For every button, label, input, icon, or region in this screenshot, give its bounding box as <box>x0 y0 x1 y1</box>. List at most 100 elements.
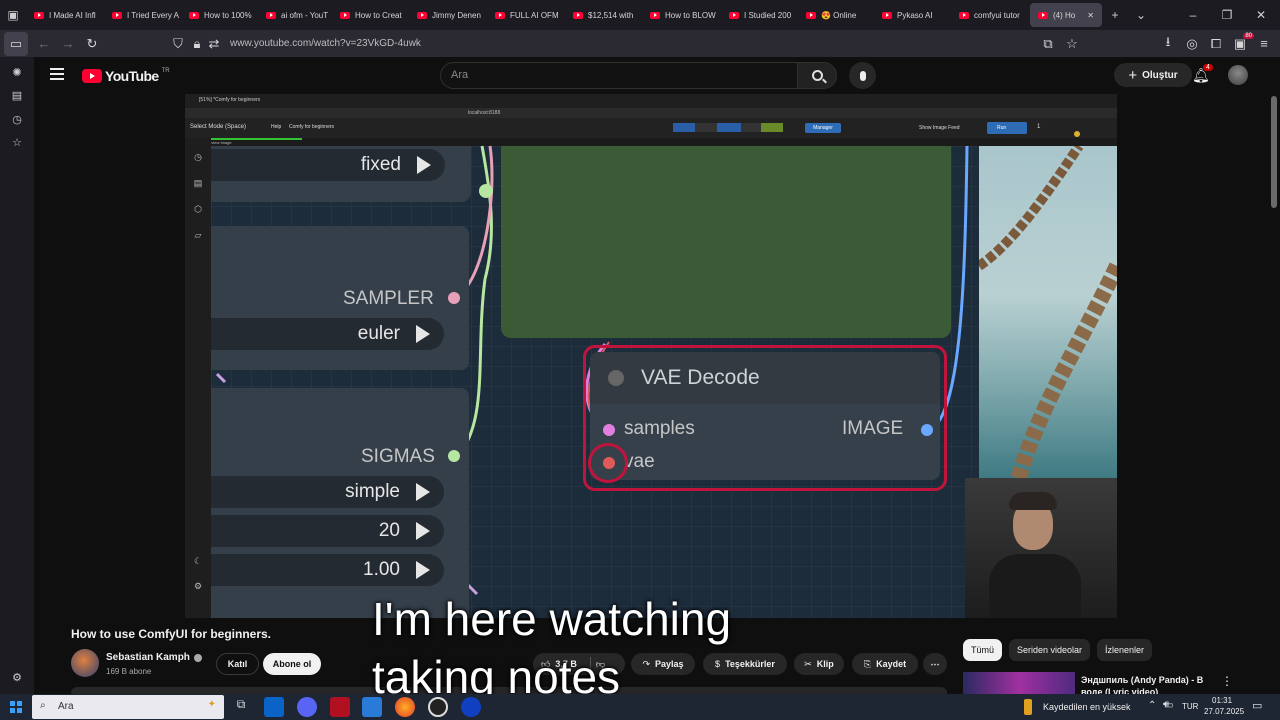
browser-tab[interactable]: I Studied 200 <box>721 0 798 30</box>
browser-tab[interactable]: 😍 Online <box>798 0 874 30</box>
history-icon[interactable]: ◷ <box>9 112 25 128</box>
firefox-icon[interactable] <box>395 697 415 717</box>
synced-tabs-icon[interactable]: ▤ <box>9 88 25 104</box>
create-button[interactable]: + Oluştur <box>1114 63 1192 87</box>
permissions-icon[interactable]: ⇄ <box>204 32 224 56</box>
tab-list-dropdown-icon[interactable]: ⌄ <box>1128 8 1154 22</box>
browser-tab[interactable]: comfyui tutor <box>951 0 1030 30</box>
browser-tab[interactable]: How to BLOW <box>642 0 721 30</box>
file-icon[interactable] <box>362 697 382 717</box>
customize-sidebar-icon[interactable]: ⚙ <box>9 670 25 686</box>
channel-avatar[interactable] <box>71 649 99 677</box>
account-icon[interactable]: ◎ <box>1180 32 1204 56</box>
browser-tab[interactable]: ai ofm - YouT <box>258 0 332 30</box>
outlook-icon[interactable] <box>264 697 284 717</box>
recommendation-title-line2[interactable]: воде (Lyric video) <box>1081 687 1158 694</box>
browser-tab[interactable]: Jimmy Denen <box>409 0 487 30</box>
recommendation-thumbnail[interactable] <box>963 672 1075 694</box>
url-text[interactable]: www.youtube.com/watch?v=23VkGD-4uwk <box>230 38 421 49</box>
forward-icon[interactable]: → <box>56 32 80 56</box>
browser-tab-strip: ▣ I Made AI Infl I Tried Every A How to 10… <box>0 0 1280 30</box>
thanks-label: Teşekkürler <box>725 659 775 669</box>
youtube-logo[interactable]: YouTube TR <box>82 68 170 84</box>
widget-arrow-right-icon <box>417 156 431 174</box>
guide-menu-icon[interactable] <box>50 68 64 80</box>
browser-tab[interactable]: $12,514 with <box>565 0 642 30</box>
new-tab-icon[interactable]: + <box>1102 8 1128 22</box>
thanks-button[interactable]: $ Teşekkürler <box>703 653 787 675</box>
app-red-icon[interactable] <box>330 697 350 717</box>
chip-all[interactable]: Tümü <box>963 639 1003 661</box>
shield-icon[interactable]: ⛉ <box>166 32 190 56</box>
voice-search-button[interactable] <box>849 62 876 89</box>
window-restore-icon[interactable]: ❐ <box>1214 8 1240 22</box>
chip-watched[interactable]: İzlenenler <box>1097 639 1153 661</box>
discord-icon[interactable] <box>297 697 317 717</box>
back-icon[interactable]: ← <box>32 32 56 56</box>
browser-tab[interactable]: How to 100% <box>181 0 258 30</box>
browser-tab[interactable]: (4) Ho ✕ <box>1030 3 1102 27</box>
extensions-icon[interactable]: ⧠ <box>1204 32 1228 56</box>
youtube-region: TR <box>161 68 170 74</box>
join-button[interactable]: Katıl <box>216 653 259 675</box>
recommendation-title[interactable]: Эндшпиль (Andy Panda) - В <box>1081 675 1203 685</box>
clock-date[interactable]: 27.07.2025 <box>1204 707 1244 716</box>
tab-overview-icon[interactable]: ▣ <box>0 8 26 22</box>
reload-icon[interactable]: ↻ <box>80 32 104 56</box>
sidebar-toggle-icon[interactable]: ▭ <box>4 31 28 56</box>
tab-label: Jimmy Denen <box>432 10 481 20</box>
clip-button[interactable]: ✂ Klip <box>794 653 844 675</box>
browser-tab[interactable]: FULL AI OFM <box>487 0 565 30</box>
bookmark-star-icon[interactable]: ☆ <box>1060 32 1084 56</box>
search-input[interactable]: Ara <box>440 62 800 89</box>
extension-badge-icon[interactable]: ▣ 80 <box>1228 32 1254 56</box>
notification-center-icon[interactable]: ▭ <box>1252 699 1262 712</box>
language-indicator[interactable]: TUR <box>1182 702 1198 711</box>
browser-tab[interactable]: How to Creat <box>332 0 409 30</box>
subscribe-button[interactable]: Abone ol <box>263 653 321 675</box>
app-blue-icon[interactable] <box>461 697 481 717</box>
volume-icon[interactable]: 🔊︎ <box>1163 699 1169 710</box>
downloads-icon[interactable]: ⭳ <box>1156 32 1180 56</box>
browser-tab[interactable]: Pykaso AI <box>874 0 951 30</box>
ai-chat-icon[interactable]: ✺ <box>9 65 25 81</box>
search-button[interactable] <box>797 62 837 89</box>
account-avatar[interactable] <box>1228 65 1248 85</box>
tray-chevron-icon[interactable]: ⌃ <box>1148 700 1156 711</box>
window-close-icon[interactable]: ✕ <box>1248 8 1274 22</box>
tab-favicon-icon <box>1038 11 1048 19</box>
tab-label: I Tried Every A <box>127 10 180 20</box>
task-view-icon[interactable]: ⧉ <box>231 697 251 717</box>
taskbar-search-icon: ⌕ <box>40 700 46 711</box>
caption-line-1: I'm here watching <box>372 593 732 645</box>
video-player[interactable]: [51%] *Comfy for beginners localhost:818… <box>185 94 1117 618</box>
recommendation-more-icon[interactable]: ⋮ <box>1221 674 1233 688</box>
tab-label: $12,514 with <box>588 10 634 20</box>
menu-icon[interactable]: ≡ <box>1252 32 1276 56</box>
obs-icon[interactable] <box>428 697 448 717</box>
channel-name-row[interactable]: Sebastian Kamph <box>106 652 202 663</box>
tab-favicon-icon <box>266 11 276 19</box>
more-actions-button[interactable]: ⋯ <box>923 653 947 675</box>
control-after-generate-widget: fixed <box>211 149 445 181</box>
taskbar-search-input[interactable]: ⌕ Ara ✦ <box>32 695 224 719</box>
youtube-header: YouTube TR Ara + Oluştur 🔔︎ 4 <box>34 57 1280 94</box>
page-scrollbar[interactable] <box>1270 94 1278 694</box>
webcam-overlay <box>965 478 1117 618</box>
tab-label: Pykaso AI <box>897 10 933 20</box>
clock-time[interactable]: 01:31 <box>1212 696 1232 705</box>
save-button[interactable]: ⎘ Kaydet <box>852 653 918 675</box>
picture-in-picture-icon[interactable]: ⧉ <box>1036 32 1060 56</box>
create-label: Oluştur <box>1142 69 1178 81</box>
share-button[interactable]: ↷ Paylaş <box>631 653 695 675</box>
browser-tab[interactable]: I Tried Every A <box>104 0 181 30</box>
denoise-widget: 1.00 <box>211 554 444 586</box>
window-minimize-icon[interactable]: – <box>1180 8 1206 22</box>
bookmarks-icon[interactable]: ☆ <box>9 135 25 151</box>
browser-tab[interactable]: I Made AI Infl <box>26 0 104 30</box>
notifications-button[interactable]: 🔔︎ 4 <box>1192 64 1213 85</box>
tab-favicon-icon <box>729 11 739 19</box>
chip-from-series[interactable]: Seriden videolar <box>1009 639 1091 661</box>
tab-close-icon[interactable]: ✕ <box>1087 11 1094 20</box>
windows-start-icon[interactable] <box>10 701 22 713</box>
